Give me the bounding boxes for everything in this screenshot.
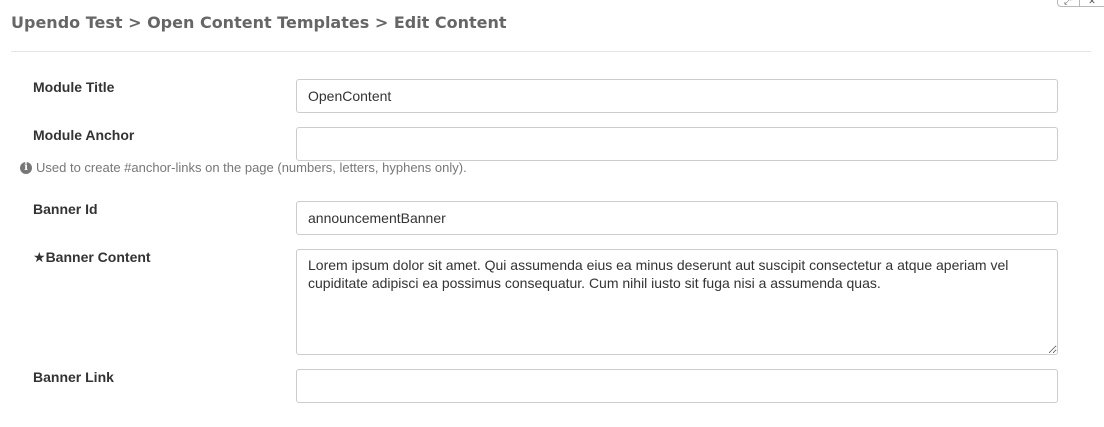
banner-content-textarea[interactable]: Lorem ipsum dolor sit amet. Qui assumend…	[296, 249, 1058, 355]
breadcrumb: Upendo Test > Open Content Templates > E…	[11, 13, 507, 32]
info-icon: i	[20, 161, 32, 174]
window-controls: ⤢ ✕	[1057, 0, 1104, 7]
required-star-icon: ★	[33, 249, 46, 265]
banner-link-label: Banner Link	[33, 369, 114, 385]
module-title-input[interactable]	[296, 79, 1058, 113]
breadcrumb-site[interactable]: Upendo Test	[11, 13, 123, 32]
banner-id-input[interactable]	[296, 201, 1058, 235]
module-anchor-help: i Used to create #anchor-links on the pa…	[20, 160, 467, 175]
banner-content-label: ★Banner Content	[33, 249, 151, 266]
header-divider	[11, 51, 1091, 52]
breadcrumb-separator: >	[128, 13, 142, 32]
banner-link-input[interactable]	[296, 369, 1058, 403]
divider	[1079, 0, 1081, 6]
close-icon[interactable]: ✕	[1088, 0, 1096, 6]
banner-content-label-text: Banner Content	[45, 249, 151, 265]
module-anchor-label: Module Anchor	[33, 127, 135, 143]
breadcrumb-module[interactable]: Open Content Templates	[147, 13, 369, 32]
expand-icon[interactable]: ⤢	[1064, 0, 1071, 6]
banner-id-label: Banner Id	[33, 201, 98, 217]
breadcrumb-page: Edit Content	[393, 13, 507, 32]
breadcrumb-separator: >	[374, 13, 389, 32]
module-anchor-input[interactable]	[296, 127, 1058, 161]
module-title-label: Module Title	[33, 79, 115, 95]
module-anchor-help-text: Used to create #anchor-links on the page…	[36, 160, 467, 175]
